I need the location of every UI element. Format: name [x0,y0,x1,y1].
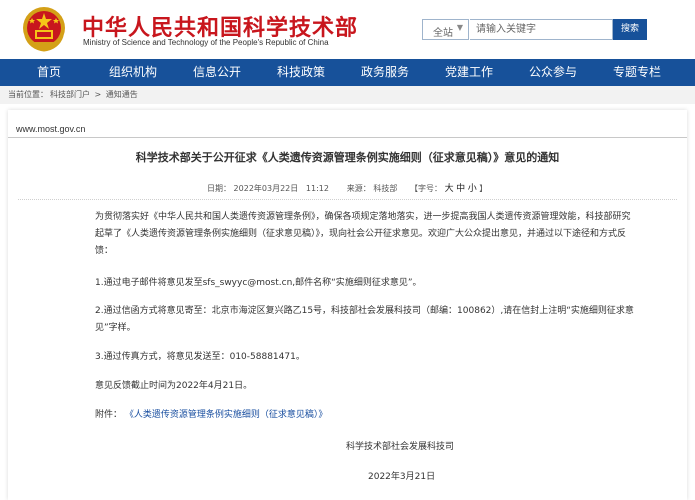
breadcrumb: 当前位置： 科技部门户 > 通知通告 [8,89,140,100]
breadcrumb-link-notices[interactable]: 通知通告 [106,90,138,99]
nav-item-public-participation[interactable]: 公众参与 [529,59,577,86]
breadcrumb-bar: 当前位置： 科技部门户 > 通知通告 [0,86,695,104]
font-size-large[interactable]: 大 [445,181,454,194]
breadcrumb-link-portal[interactable]: 科技部门户 [50,90,90,99]
search-button[interactable]: 搜索 [613,19,647,40]
paragraph-intro: 为贯彻落实好《中华人民共和国人类遗传资源管理条例》，确保各项规定落地落实，进一步… [95,209,635,260]
attachment: 附件： 《人类遗传资源管理条例实施细则（征求意见稿）》 [95,407,327,420]
site-subtitle: Ministry of Science and Technology of th… [83,38,329,47]
national-emblem-icon[interactable] [22,6,66,52]
nav-item-services[interactable]: 政务服务 [361,59,409,86]
font-size-close: 】 [479,184,488,193]
source-value: 科技部 [373,184,398,193]
breadcrumb-separator: > [94,90,102,99]
date-label: 日期： [207,184,231,193]
nav-item-special-topics[interactable]: 专题专栏 [613,59,661,86]
nav-item-info-disclosure[interactable]: 信息公开 [193,59,241,86]
divider [8,137,687,138]
paragraph-email: 1.通过电子邮件将意见发至sfs_swyyc@most.cn,邮件名称“实施细则… [95,278,422,288]
nav-item-policy[interactable]: 科技政策 [277,59,325,86]
site-header: 中华人民共和国科学技术部 Ministry of Science and Tec… [0,0,695,58]
nav-item-organization[interactable]: 组织机构 [109,59,157,86]
search-scope-value: 全站 [433,28,453,39]
nav-item-home[interactable]: 首页 [37,59,61,86]
search-scope-select[interactable]: 全站 ▼ [422,19,469,40]
sign-date: 2022年3月21日 [368,472,436,482]
paragraph-fax: 3.通过传真方式，将意见发送至：010-58881471。 [95,352,305,362]
search-input[interactable] [470,19,613,40]
signer: 科学技术部社会发展科技司 [346,442,455,452]
font-size-label: 【字号： [410,184,443,193]
font-size-small[interactable]: 小 [468,181,477,194]
divider [18,199,677,200]
date-value: 2022年03月22日 [233,184,299,193]
article-title: 科学技术部关于公开征求《人类遗传资源管理条例实施细则（征求意见稿）》意见的通知 [135,151,560,164]
attachment-label: 附件： [95,410,123,420]
site-domain: www.most.gov.cn [16,124,86,134]
time-value: 11:12 [305,184,329,193]
paragraph-deadline: 意见反馈截止时间为2022年4月21日。 [95,381,253,391]
nav-item-party-building[interactable]: 党建工作 [445,59,493,86]
chevron-down-icon: ▼ [456,23,463,32]
font-size-medium[interactable]: 中 [456,181,465,194]
paragraph-text: 为贯彻落实好《中华人民共和国人类遗传资源管理条例》，确保各项规定落地落实，进一步… [95,212,631,256]
breadcrumb-label: 当前位置： [8,90,48,99]
article-meta: 日期： 2022年03月22日 11:12 来源： 科技部 【字号： 大 中 小… [207,181,487,194]
attachment-link[interactable]: 《人类遗传资源管理条例实施细则（征求意见稿）》 [125,410,328,420]
main-nav: 首页 组织机构 信息公开 科技政策 政务服务 党建工作 公众参与 专题专栏 [0,59,695,86]
paragraph-mail: 2.通过信函方式将意见寄至：北京市海淀区复兴路乙15号，科技部社会发展科技司（邮… [95,306,634,333]
source-label: 来源： [346,184,371,193]
article-card: www.most.gov.cn 科学技术部关于公开征求《人类遗传资源管理条例实施… [8,110,687,500]
